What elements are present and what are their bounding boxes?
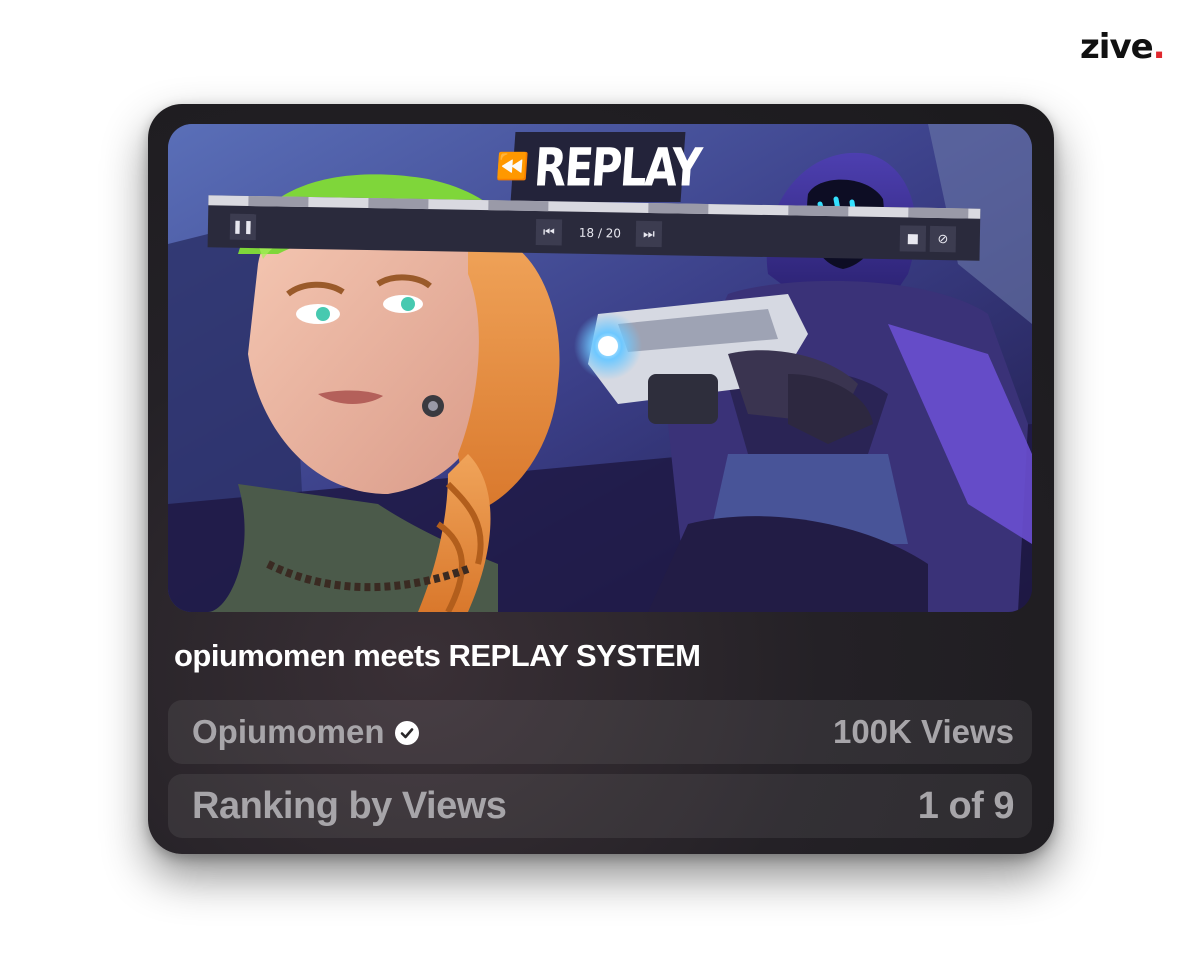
pause-icon: ❚❚ [229, 213, 257, 241]
timeline-segment [788, 205, 849, 217]
channel-name[interactable]: Opiumomen [192, 713, 385, 751]
replay-label: REPLAY [532, 136, 703, 198]
ranking-row: Ranking by Views 1 of 9 [168, 774, 1032, 838]
page: zive. ⏪ REPLAY ❚❚ ⏮ 18 / 20 ⏭ ■ ⊘ opiumo… [0, 0, 1200, 959]
skip-back-icon: ⏮ [535, 218, 563, 246]
skip-forward-icon: ⏭ [635, 220, 663, 248]
channel-row: Opiumomen 100K Views [168, 700, 1032, 764]
timeline-segment [908, 207, 969, 219]
camera-icon: ■ [899, 225, 927, 252]
eye-off-icon: ⊘ [929, 225, 957, 253]
video-title[interactable]: opiumomen meets REPLAY SYSTEM [174, 638, 701, 674]
verified-check-icon [394, 721, 419, 745]
timeline-segment [488, 200, 549, 212]
timeline-segment [648, 202, 709, 214]
replay-banner: ⏪ REPLAY [495, 132, 702, 202]
timeline-segment [248, 195, 309, 208]
replay-counter: 18 / 20 [578, 225, 622, 241]
video-thumbnail[interactable]: ⏪ REPLAY ❚❚ ⏮ 18 / 20 ⏭ ■ ⊘ [168, 124, 1032, 612]
view-count: 100K Views [832, 713, 1014, 750]
timeline-segment [368, 198, 429, 210]
channel-info[interactable]: Opiumomen [192, 713, 419, 751]
brand-logo: zive. [1080, 27, 1166, 67]
ranking-label: Ranking by Views [192, 784, 507, 827]
rewind-icon: ⏪ [495, 152, 530, 182]
ranking-value: 1 of 9 [917, 784, 1015, 827]
video-card[interactable]: ⏪ REPLAY ❚❚ ⏮ 18 / 20 ⏭ ■ ⊘ opiumomen me… [148, 104, 1054, 854]
